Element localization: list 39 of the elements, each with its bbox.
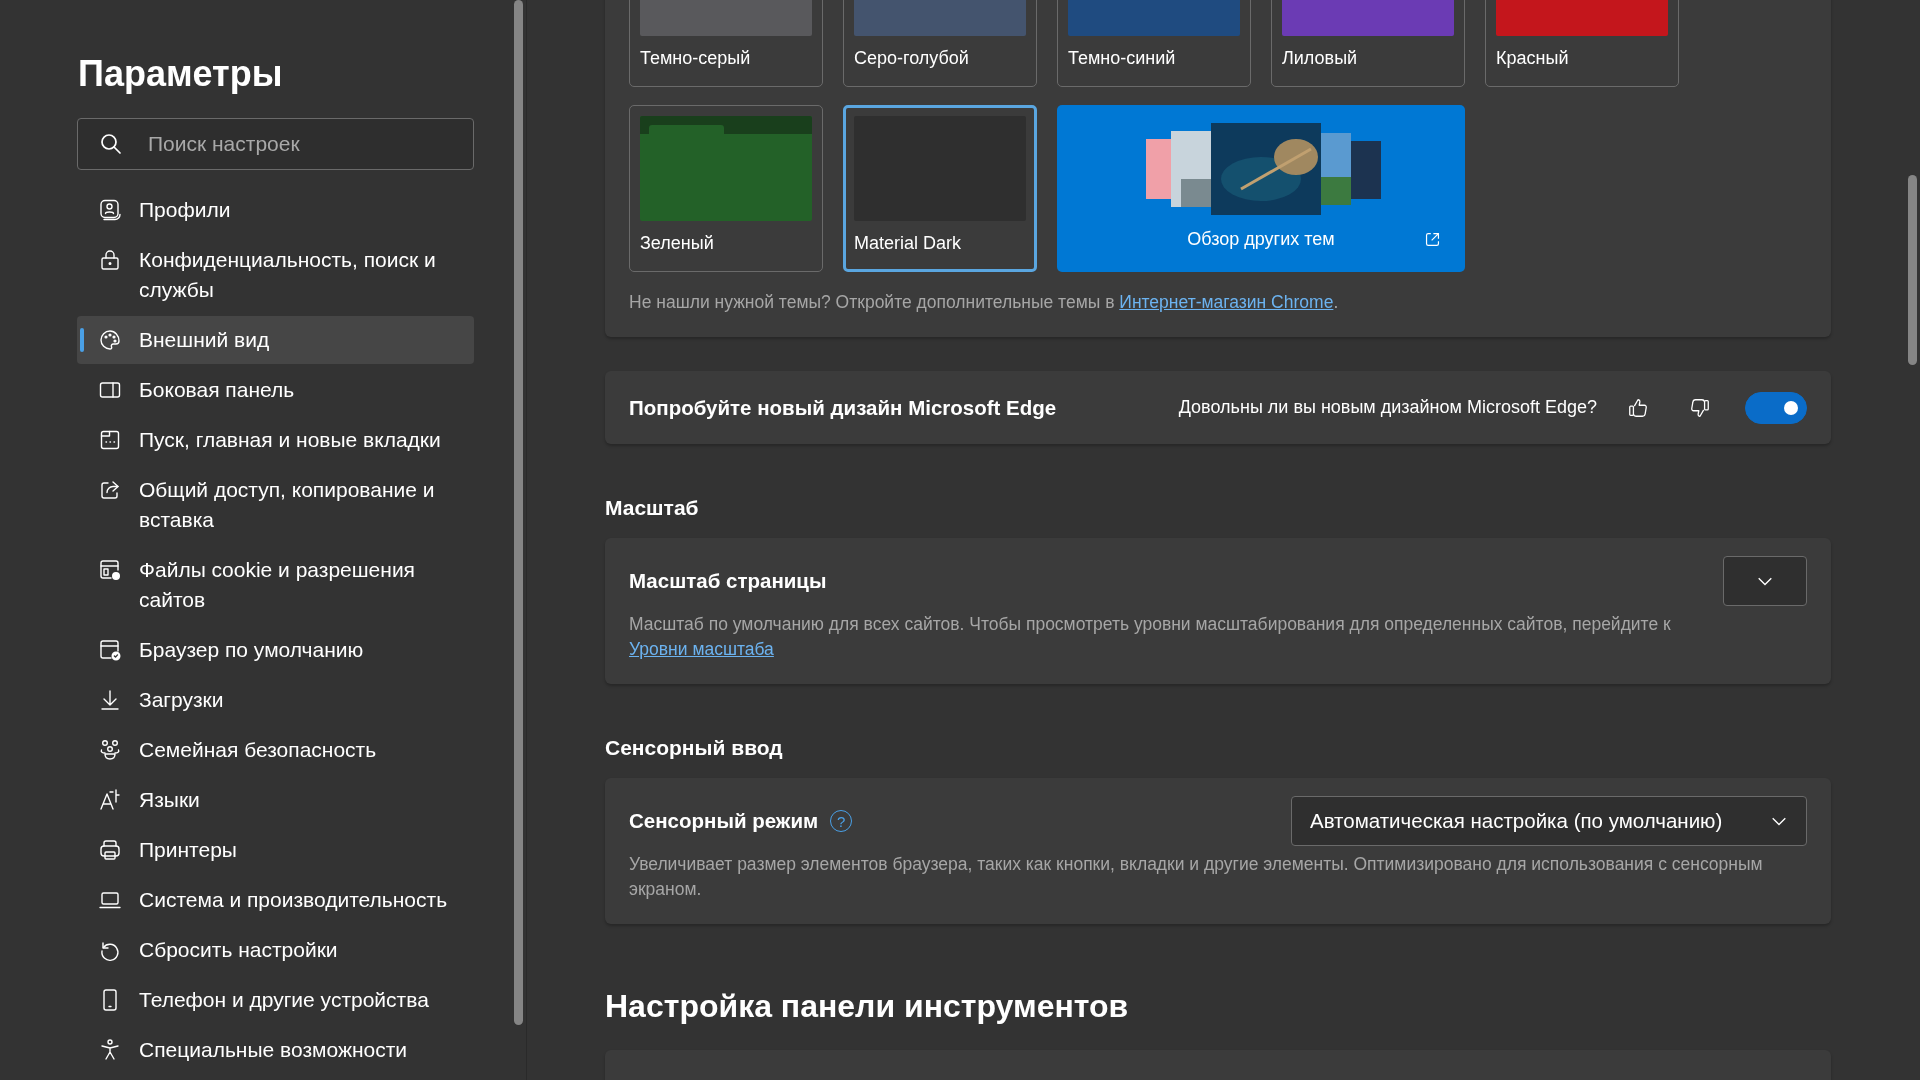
- setting-title: Масштаб страницы: [629, 569, 827, 593]
- search-field[interactable]: Поиск настроек: [77, 118, 474, 170]
- theme-option[interactable]: Темно-синий: [1057, 0, 1251, 87]
- touch-mode-dropdown[interactable]: Автоматическая настройка (по умолчанию): [1291, 796, 1807, 846]
- nav-item[interactable]: Принтеры: [77, 825, 474, 875]
- nav-item[interactable]: Загрузки: [77, 675, 474, 725]
- settings-title: Параметры: [78, 52, 284, 96]
- theme-option[interactable]: Material Dark: [843, 105, 1037, 272]
- nav-item[interactable]: Внешний вид: [77, 316, 474, 364]
- nav-item[interactable]: Система и производительность: [77, 875, 474, 925]
- feedback-question: Довольны ли вы новым дизайном Microsoft Edge?: [1178, 397, 1597, 418]
- themes-note: Не нашли нужной темы? Откройте дополнительные темы в Интернет-магазин Chrome.: [629, 292, 1340, 313]
- nav-item[interactable]: Общий доступ, копирование и вставка: [77, 465, 474, 545]
- nav-item[interactable]: Боковая панель: [77, 365, 474, 415]
- theme-option[interactable]: Темно-серый: [629, 0, 823, 87]
- nav-item[interactable]: Пуск, главная и новые вкладки: [77, 415, 474, 465]
- nav-item[interactable]: Браузер по умолчанию: [77, 625, 474, 675]
- nav-item[interactable]: Семейная безопасность: [77, 725, 474, 775]
- nav-item[interactable]: Сбросить настройки: [77, 925, 474, 975]
- nav-item[interactable]: Телефон и другие устройства: [77, 975, 474, 1025]
- store-link[interactable]: Интернет-магазин Chrome: [1119, 292, 1334, 312]
- feedback-title: Попробуйте новый дизайн Microsoft Edge: [629, 395, 1057, 420]
- theme-option[interactable]: Серо-голубой: [843, 0, 1037, 87]
- theme-option[interactable]: Красный: [1485, 0, 1679, 87]
- setting-description: Масштаб по умолчанию для всех сайтов. Чтобы просмотреть уровни масштабирования для определенных сайтов, перейдите к Уровни масштаба: [629, 613, 1672, 661]
- theme-option[interactable]: Зеленый: [629, 105, 823, 272]
- more-themes-tile[interactable]: Обзор других тем: [1057, 105, 1465, 272]
- nav-item[interactable]: Конфиденциальность, поиск и службы: [77, 235, 474, 315]
- section-heading: Настройка панели инструментов: [605, 987, 1130, 1026]
- section-heading: Масштаб: [605, 495, 700, 521]
- nav-item[interactable]: Файлы cookie и разрешения сайтов: [77, 545, 474, 625]
- zoom-levels-link[interactable]: Уровни масштаба: [629, 639, 774, 659]
- nav-item[interactable]: Специальные возможности: [77, 1025, 474, 1075]
- section-heading: Сенсорный ввод: [605, 735, 784, 761]
- nav-item[interactable]: Языки: [77, 775, 474, 825]
- theme-option[interactable]: Лиловый: [1271, 0, 1465, 87]
- setting-description: Увеличивает размер элементов браузера, таких как кнопки, вкладки и другие элементы. Оптимизировано для использования с сенсорным экраном.: [629, 853, 1764, 901]
- setting-title: Сенсорный режим: [629, 809, 819, 833]
- nav-item[interactable]: Профили: [77, 185, 474, 235]
